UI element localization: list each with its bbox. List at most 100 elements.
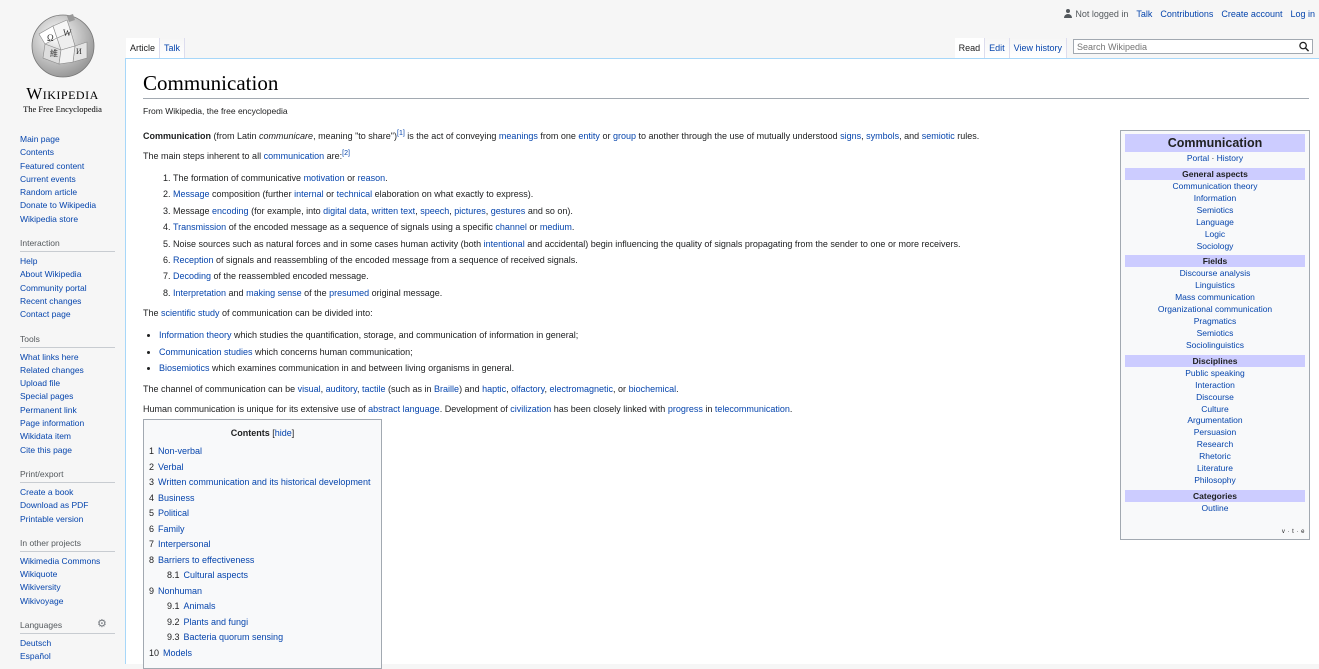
toc-item-link[interactable]: 9.1 Animals <box>167 601 216 611</box>
infobox-link[interactable]: Discourse analysis <box>1180 268 1251 278</box>
toc-item[interactable]: 2 Verbal <box>149 460 381 476</box>
contributions-link[interactable]: Contributions <box>1160 9 1213 19</box>
sidebar-item-permanent-link[interactable]: Permanent link <box>20 405 77 415</box>
create-account-link[interactable]: Create account <box>1221 9 1282 19</box>
link-encoding[interactable]: encoding <box>212 206 249 216</box>
sidebar-item-wikivoyage[interactable]: Wikivoyage <box>20 596 63 606</box>
toc-item[interactable]: 9.2 Plants and fungi <box>149 615 381 631</box>
link-symbols[interactable]: symbols <box>866 131 899 141</box>
link-communication-studies[interactable]: Communication studies <box>159 347 253 357</box>
link-telecommunication[interactable]: telecommunication <box>715 404 790 414</box>
sidebar-item-random-article[interactable]: Random article <box>20 187 77 197</box>
sidebar-item-contents[interactable]: Contents <box>20 147 54 157</box>
link-intentional[interactable]: intentional <box>484 239 525 249</box>
link-digital-data[interactable]: digital data <box>323 206 367 216</box>
infobox-link[interactable]: Public speaking <box>1185 368 1245 378</box>
link-scientific-study[interactable]: scientific study <box>161 308 220 318</box>
tab-view-history[interactable]: View history <box>1009 38 1067 58</box>
link-gestures[interactable]: gestures <box>491 206 526 216</box>
link-pictures[interactable]: pictures <box>454 206 486 216</box>
talk-link[interactable]: Talk <box>1136 9 1152 19</box>
sidebar-item-espanol[interactable]: Español <box>20 651 51 661</box>
link-visual[interactable]: visual <box>298 384 321 394</box>
infobox-link[interactable]: Information <box>1194 193 1237 203</box>
toc-item[interactable]: 8.1 Cultural aspects <box>149 568 381 584</box>
sidebar-item-printable-version[interactable]: Printable version <box>20 514 83 524</box>
sidebar-item-current-events[interactable]: Current events <box>20 174 76 184</box>
toc-item-link[interactable]: 8 Barriers to effectiveness <box>149 555 254 565</box>
toc-item[interactable]: 1 Non-verbal <box>149 444 381 460</box>
tab-talk[interactable]: Talk <box>160 38 186 58</box>
link-presumed[interactable]: presumed <box>329 288 369 298</box>
sidebar-item-special-pages[interactable]: Special pages <box>20 391 73 401</box>
infobox-link[interactable]: Argumentation <box>1187 415 1242 425</box>
toc-item-link[interactable]: 9.2 Plants and fungi <box>167 617 248 627</box>
sidebar-item-community-portal[interactable]: Community portal <box>20 283 87 293</box>
infobox-link[interactable]: Philosophy <box>1194 475 1236 485</box>
link-biosemiotics[interactable]: Biosemiotics <box>159 363 210 373</box>
infobox-link[interactable]: Sociology <box>1197 241 1234 251</box>
link-semiotic[interactable]: semiotic <box>922 131 955 141</box>
toc-item[interactable]: 8 Barriers to effectiveness <box>149 553 381 569</box>
toc-item-link[interactable]: 1 Non-verbal <box>149 446 202 456</box>
link-reason[interactable]: reason <box>358 173 386 183</box>
infobox-link[interactable]: Logic <box>1205 229 1225 239</box>
link-meanings[interactable]: meanings <box>499 131 538 141</box>
toc-item[interactable]: 4 Business <box>149 491 381 507</box>
toc-hide-link[interactable]: hide <box>275 428 292 438</box>
infobox-link[interactable]: Discourse <box>1196 392 1234 402</box>
link-internal[interactable]: internal <box>294 189 324 199</box>
sidebar-item-upload-file[interactable]: Upload file <box>20 378 60 388</box>
sidebar-item-wikiquote[interactable]: Wikiquote <box>20 569 57 579</box>
link-communication[interactable]: communication <box>264 151 325 161</box>
link-written-text[interactable]: written text <box>372 206 416 216</box>
link-transmission[interactable]: Transmission <box>173 222 226 232</box>
sidebar-item-commons[interactable]: Wikimedia Commons <box>20 556 100 566</box>
infobox-link[interactable]: Communication theory <box>1172 181 1257 191</box>
link-interpretation[interactable]: Interpretation <box>173 288 226 298</box>
link-entity[interactable]: entity <box>578 131 600 141</box>
link-making-sense[interactable]: making sense <box>246 288 302 298</box>
toc-item-link[interactable]: 2 Verbal <box>149 462 184 472</box>
reference-link[interactable]: [1] <box>397 130 405 137</box>
infobox-link[interactable]: Linguistics <box>1195 280 1235 290</box>
toc-item-link[interactable]: 5 Political <box>149 508 189 518</box>
link-information-theory[interactable]: Information theory <box>159 330 232 340</box>
reference-link[interactable]: [2] <box>342 150 350 157</box>
sidebar-item-featured-content[interactable]: Featured content <box>20 161 84 171</box>
gear-icon[interactable]: ⚙ <box>97 619 107 630</box>
sidebar-item-what-links-here[interactable]: What links here <box>20 352 79 362</box>
portal-link[interactable]: Portal <box>1187 153 1209 163</box>
link-speech[interactable]: speech <box>420 206 449 216</box>
infobox-link[interactable]: Pragmatics <box>1194 316 1237 326</box>
sidebar-item-donate[interactable]: Donate to Wikipedia <box>20 200 96 210</box>
link-reception[interactable]: Reception <box>173 255 214 265</box>
link-motivation[interactable]: motivation <box>304 173 345 183</box>
sidebar-item-deutsch[interactable]: Deutsch <box>20 638 51 648</box>
sidebar-item-contact-page[interactable]: Contact page <box>20 309 71 319</box>
link-haptic[interactable]: haptic <box>482 384 506 394</box>
infobox-link[interactable]: Mass communication <box>1175 292 1255 302</box>
toc-item-link[interactable]: 6 Family <box>149 524 185 534</box>
link-tactile[interactable]: tactile <box>362 384 386 394</box>
toc-item-link[interactable]: 10 Models <box>149 648 192 658</box>
sidebar-item-wikiversity[interactable]: Wikiversity <box>20 582 61 592</box>
tab-read[interactable]: Read <box>954 38 986 58</box>
infobox-link[interactable]: Research <box>1197 439 1233 449</box>
sidebar-item-main-page[interactable]: Main page <box>20 134 60 144</box>
infobox-link[interactable]: Culture <box>1201 404 1228 414</box>
sidebar-item-cite-this-page[interactable]: Cite this page <box>20 445 72 455</box>
toc-item-link[interactable]: 8.1 Cultural aspects <box>167 570 248 580</box>
link-message[interactable]: Message <box>173 189 210 199</box>
sidebar-item-store[interactable]: Wikipedia store <box>20 214 78 224</box>
toc-item[interactable]: 5 Political <box>149 506 381 522</box>
infobox-link[interactable]: Interaction <box>1195 380 1235 390</box>
link-decoding[interactable]: Decoding <box>173 271 211 281</box>
history-link[interactable]: History <box>1217 153 1243 163</box>
link-technical[interactable]: technical <box>337 189 373 199</box>
toc-item-link[interactable]: 9 Nonhuman <box>149 586 202 596</box>
sidebar-item-create-book[interactable]: Create a book <box>20 487 73 497</box>
sidebar-item-wikidata-item[interactable]: Wikidata item <box>20 431 71 441</box>
tab-article[interactable]: Article <box>126 38 161 58</box>
wikipedia-logo[interactable]: Ω W 維 И Wikipedia The Free Encyclopedia <box>0 8 125 116</box>
